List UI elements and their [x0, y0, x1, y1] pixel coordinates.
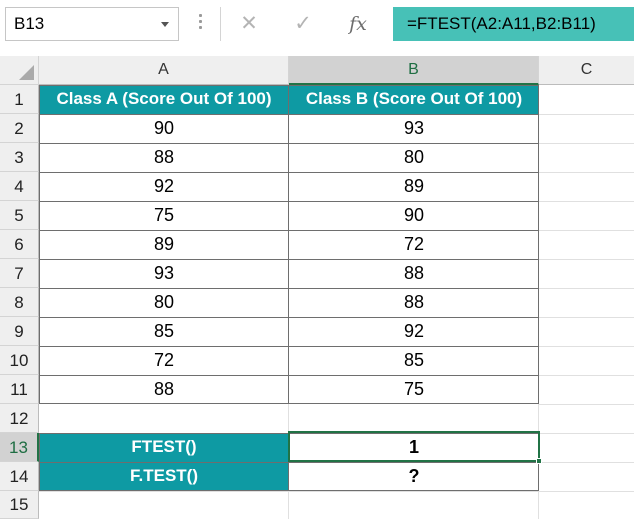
- cell-a10[interactable]: 72: [39, 346, 289, 375]
- cell-b4[interactable]: 89: [289, 172, 539, 201]
- table-border: [39, 433, 40, 491]
- fill-handle[interactable]: [536, 458, 542, 464]
- cell-a6[interactable]: 89: [39, 230, 289, 259]
- table-border: [538, 85, 539, 404]
- cell-a11[interactable]: 88: [39, 375, 289, 404]
- gridline: [539, 201, 634, 202]
- formula-text: =FTEST(A2:A11,B2:B11): [407, 14, 596, 33]
- column-header-b[interactable]: B: [289, 56, 539, 85]
- gridline: [539, 114, 634, 115]
- table-border: [39, 85, 539, 86]
- cell-b6[interactable]: 72: [289, 230, 539, 259]
- row-header-12[interactable]: 12: [0, 404, 39, 433]
- table-border: [39, 230, 539, 231]
- row-header-7[interactable]: 7: [0, 259, 39, 288]
- row-header-5[interactable]: 5: [0, 201, 39, 230]
- cell-b5[interactable]: 90: [289, 201, 539, 230]
- cell-a8[interactable]: 80: [39, 288, 289, 317]
- row-header-10[interactable]: 10: [0, 346, 39, 375]
- cell-b7[interactable]: 88: [289, 259, 539, 288]
- cell-b3[interactable]: 80: [289, 143, 539, 172]
- row-header-11[interactable]: 11: [0, 375, 39, 404]
- active-cell-selection[interactable]: [288, 431, 540, 462]
- row-header-8[interactable]: 8: [0, 288, 39, 317]
- cell-a9[interactable]: 85: [39, 317, 289, 346]
- table-border: [39, 172, 539, 173]
- row-header-13[interactable]: 13: [0, 433, 39, 462]
- header-cell-a[interactable]: Class A (Score Out Of 100): [39, 85, 289, 114]
- result-label-ftest[interactable]: FTEST(): [39, 433, 289, 462]
- enter-icon[interactable]: ✓: [290, 8, 316, 40]
- gridline: [539, 143, 634, 144]
- gridline: [539, 404, 634, 405]
- name-box[interactable]: B13: [5, 7, 179, 41]
- chevron-down-icon[interactable]: [161, 22, 169, 27]
- drag-handle-icon[interactable]: [199, 14, 203, 34]
- gridline: [539, 375, 634, 376]
- column-header-c[interactable]: C: [539, 56, 634, 85]
- cell-a4[interactable]: 92: [39, 172, 289, 201]
- row-header-1[interactable]: 1: [0, 85, 39, 114]
- table-border: [39, 259, 539, 260]
- gridline: [539, 259, 634, 260]
- header-cell-b[interactable]: Class B (Score Out Of 100): [289, 85, 539, 114]
- cell-a3[interactable]: 88: [39, 143, 289, 172]
- cell-a7[interactable]: 93: [39, 259, 289, 288]
- gridline: [539, 288, 634, 289]
- result-value-f-test[interactable]: ?: [289, 462, 539, 491]
- table-border: [39, 462, 539, 463]
- table-border: [39, 288, 539, 289]
- gridline: [539, 317, 634, 318]
- table-border: [39, 85, 40, 404]
- cell-b11[interactable]: 75: [289, 375, 539, 404]
- cell-b8[interactable]: 88: [289, 288, 539, 317]
- cell-a2[interactable]: 90: [39, 114, 289, 143]
- gridline: [39, 491, 634, 492]
- insert-function-icon[interactable]: fx: [344, 8, 372, 40]
- table-border: [39, 346, 539, 347]
- table-border: [39, 317, 539, 318]
- table-border: [39, 403, 539, 404]
- table-border: [39, 375, 539, 376]
- cell-b10[interactable]: 85: [289, 346, 539, 375]
- gridline: [539, 172, 634, 173]
- table-border: [39, 201, 539, 202]
- cancel-icon[interactable]: ✕: [236, 8, 262, 40]
- row-header-6[interactable]: 6: [0, 230, 39, 259]
- row-header-9[interactable]: 9: [0, 317, 39, 346]
- result-label-f-test[interactable]: F.TEST(): [39, 462, 289, 491]
- row-header-3[interactable]: 3: [0, 143, 39, 172]
- row-header-2[interactable]: 2: [0, 114, 39, 143]
- formula-input[interactable]: =FTEST(A2:A11,B2:B11): [393, 7, 634, 41]
- select-all-icon: [19, 65, 34, 80]
- gridline: [539, 230, 634, 231]
- table-border: [39, 143, 539, 144]
- table-border: [39, 490, 539, 491]
- select-all-button[interactable]: [0, 56, 39, 85]
- name-box-value: B13: [14, 14, 45, 33]
- formula-bar-area: B13 ✕ ✓ fx =FTEST(A2:A11,B2:B11): [0, 0, 634, 50]
- cell-a5[interactable]: 75: [39, 201, 289, 230]
- row-header-14[interactable]: 14: [0, 462, 39, 491]
- table-border: [39, 114, 539, 115]
- formula-bar-divider: [220, 7, 221, 41]
- column-header-a[interactable]: A: [39, 56, 289, 85]
- cell-b9[interactable]: 92: [289, 317, 539, 346]
- table-border: [288, 85, 289, 404]
- row-header-15[interactable]: 15: [0, 491, 39, 519]
- row-header-4[interactable]: 4: [0, 172, 39, 201]
- cell-b2[interactable]: 93: [289, 114, 539, 143]
- gridline: [539, 346, 634, 347]
